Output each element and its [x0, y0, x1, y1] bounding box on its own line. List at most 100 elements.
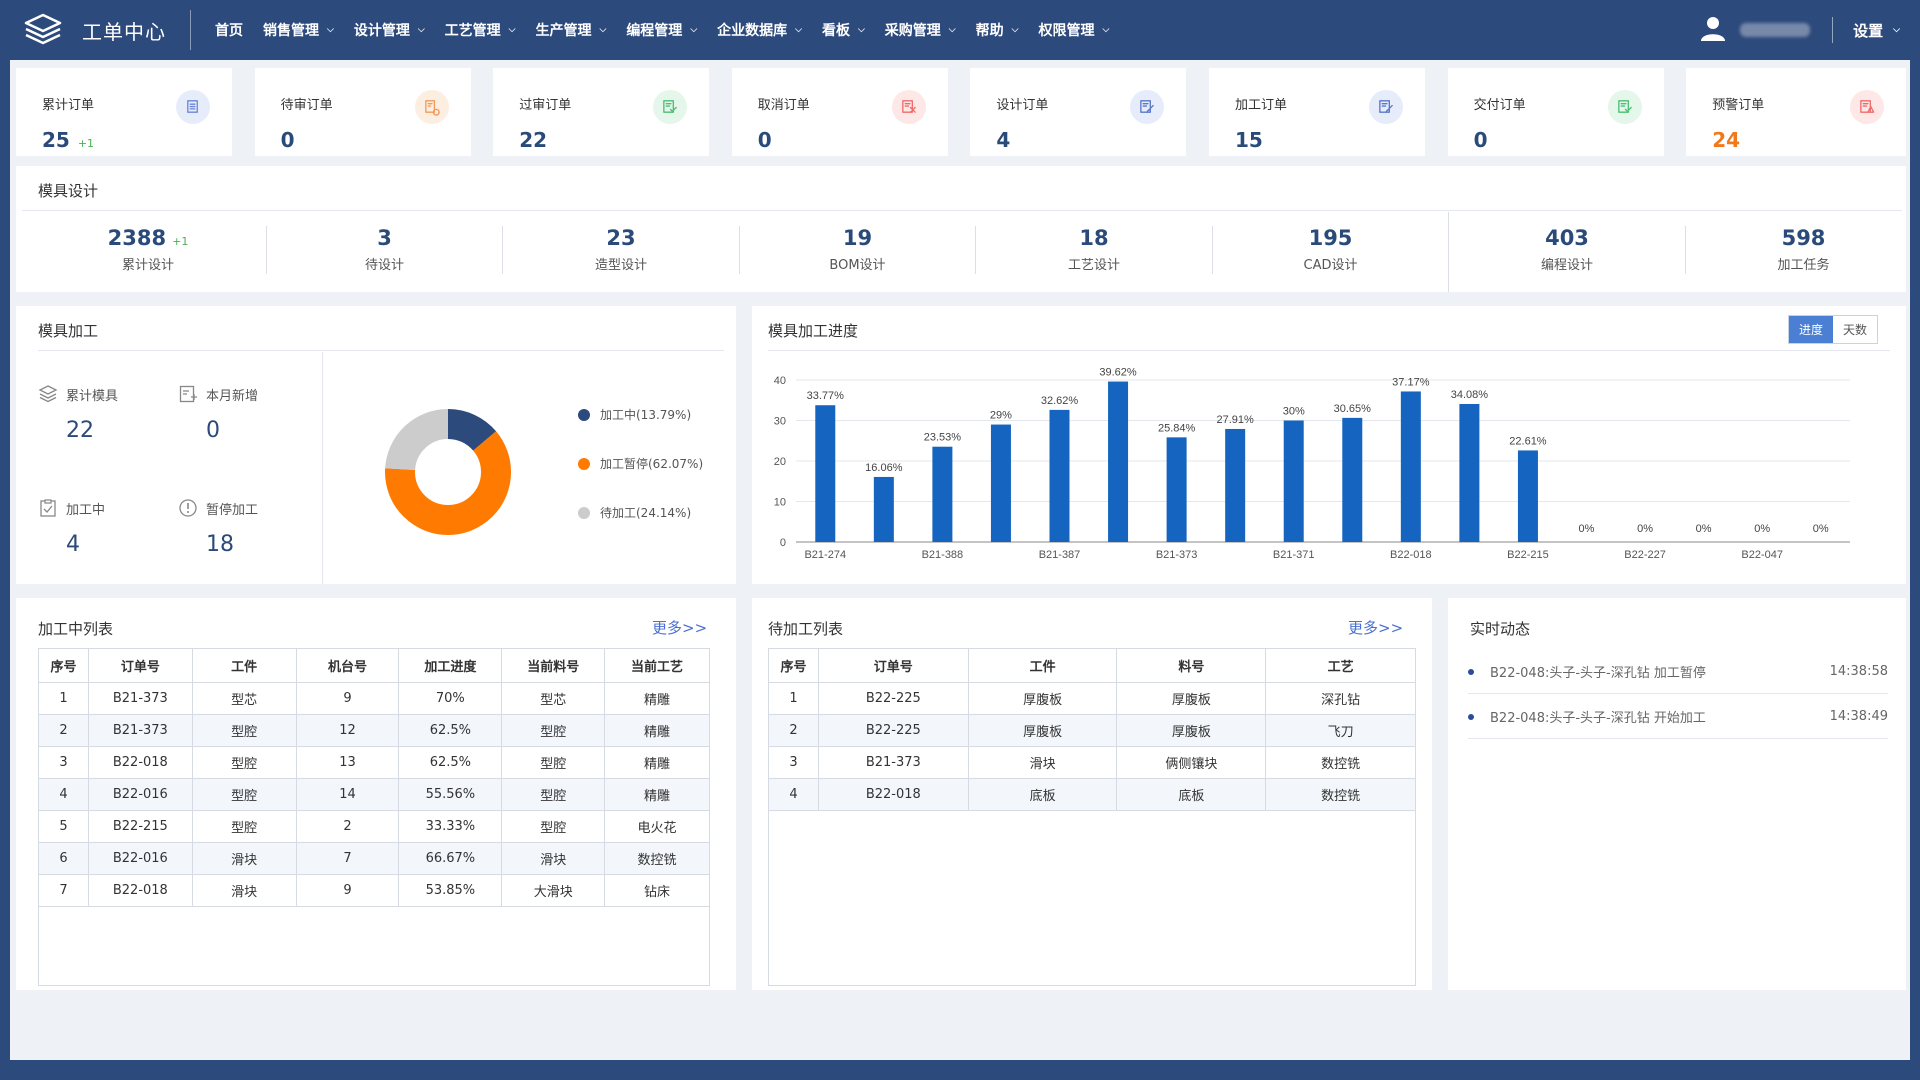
table-row[interactable]: 6 B22-016 滑块 7 66.67% 滑块 数控铣: [38, 842, 710, 875]
toggle-progress-button[interactable]: 进度: [1789, 316, 1834, 343]
feed-item[interactable]: B22-048:头子-头子-深孔钻 加工暂停 14:38:58: [1468, 650, 1888, 694]
mstat-monthly-value: 0: [206, 418, 220, 443]
user-name-blurred[interactable]: [1740, 23, 1811, 37]
bar[interactable]: [1108, 381, 1129, 542]
table-row[interactable]: 3 B21-373 滑块 俩侧镶块 数控铣: [768, 746, 1416, 779]
design-item-4[interactable]: 18 工艺设计: [976, 226, 1212, 273]
pending-cell: 滑块: [967, 746, 1118, 779]
bar-data-label: 29%: [990, 410, 1012, 422]
bar[interactable]: [932, 446, 953, 542]
processing-cell: 精雕: [604, 682, 710, 715]
user-icon[interactable]: [1700, 15, 1726, 45]
bar[interactable]: [1283, 420, 1304, 543]
bar[interactable]: [990, 424, 1011, 542]
nav-item-3[interactable]: 工艺管理 ⌵: [435, 20, 526, 40]
stat-value-wrap: 4: [996, 128, 1010, 152]
bar[interactable]: [1225, 428, 1246, 542]
nav-item-label: 权限管理: [1038, 23, 1095, 39]
processing-cell: 滑块: [191, 874, 297, 907]
y-tick-label: 40: [774, 375, 786, 387]
bar[interactable]: [1166, 437, 1187, 542]
design-item-5[interactable]: 195 CAD设计: [1213, 226, 1449, 273]
bar-data-label: 39.62%: [1099, 367, 1137, 379]
mstat-total-value: 22: [66, 418, 94, 443]
stat-value-wrap: 0: [1474, 128, 1488, 152]
bar[interactable]: [1342, 417, 1363, 542]
table-row[interactable]: 2 B22-225 厚腹板 厚腹板 飞刀: [768, 714, 1416, 747]
pending-table: 序号 订单号 工件 料号 工艺 1 B22-225 厚腹板 厚腹板 深孔钻 2 B22-225 厚腹板…: [768, 648, 1416, 811]
design-separator: [975, 226, 976, 274]
processing-cell: 精雕: [604, 778, 710, 811]
nav-item-1[interactable]: 销售管理 ⌵: [253, 20, 344, 40]
design-item-7[interactable]: 598 加工任务: [1686, 226, 1920, 273]
design-item-2[interactable]: 23 造型设计: [503, 226, 739, 273]
table-row[interactable]: 5 B22-215 型腔 2 33.33% 型腔 电火花: [38, 810, 710, 843]
table-row[interactable]: 4 B22-016 型腔 14 55.56% 型腔 精雕: [38, 778, 710, 811]
table-row[interactable]: 3 B22-018 型腔 13 62.5% 型腔 精雕: [38, 746, 710, 779]
bar[interactable]: [815, 405, 836, 542]
nav-item-9[interactable]: 帮助 ⌵: [966, 20, 1029, 40]
pending-cell: B22-018: [817, 778, 969, 811]
stat-card-6[interactable]: 交付订单 0: [1447, 68, 1664, 156]
stat-card-1[interactable]: 待审订单 0: [254, 68, 471, 156]
table-row[interactable]: 2 B21-373 型腔 12 62.5% 型腔 精雕: [38, 714, 710, 747]
nav-item-10[interactable]: 权限管理 ⌵: [1028, 20, 1119, 40]
design-item-6[interactable]: 403 编程设计: [1449, 226, 1685, 273]
bar[interactable]: [1517, 450, 1538, 542]
stat-card-0[interactable]: 累计订单 25 +1: [16, 68, 232, 156]
feed-item[interactable]: B22-048:头子-头子-深孔钻 开始加工 14:38:49: [1468, 695, 1888, 739]
processing-more-link[interactable]: 更多>>: [652, 617, 707, 638]
design-value: 2388: [107, 226, 167, 250]
nav-item-2[interactable]: 设计管理 ⌵: [344, 20, 435, 40]
processing-cell: 型芯: [501, 682, 606, 715]
nav-item-6[interactable]: 企业数据库 ⌵: [707, 20, 812, 40]
table-row[interactable]: 1 B21-373 型芯 9 70% 型芯 精雕: [38, 682, 710, 715]
stat-card-3[interactable]: 取消订单 0: [731, 68, 948, 156]
mstat-total: 累计模具 22: [38, 384, 118, 443]
nav-item-8[interactable]: 采购管理 ⌵: [875, 20, 966, 40]
design-item-0[interactable]: 2388 +1 累计设计: [30, 226, 266, 273]
design-icon: [1130, 90, 1165, 124]
stat-label: 过审订单: [519, 98, 572, 113]
table-row[interactable]: 4 B22-018 底板 底板 数控铣: [768, 778, 1416, 811]
nav-item-4[interactable]: 生产管理 ⌵: [525, 20, 616, 40]
bar[interactable]: [1400, 391, 1421, 542]
design-separator: [502, 226, 503, 274]
user-area: 设置 ⌵: [1700, 0, 1900, 60]
mstat-paused: 暂停加工 18: [178, 498, 258, 557]
processing-cell: 6: [38, 842, 89, 875]
chevron-down-icon: ⌵: [795, 25, 802, 35]
stat-card-7[interactable]: 预警订单 24: [1686, 68, 1906, 156]
app-logo[interactable]: 工单中心: [0, 0, 190, 60]
pending-icon: [414, 90, 449, 124]
y-tick-label: 30: [774, 416, 786, 428]
settings-menu[interactable]: 设置 ⌵: [1853, 20, 1900, 41]
nav-item-0[interactable]: 首页: [205, 20, 253, 40]
bar[interactable]: [1049, 409, 1070, 542]
bar[interactable]: [1459, 403, 1480, 542]
toggle-days-button[interactable]: 天数: [1833, 316, 1878, 343]
nav-item-label: 工艺管理: [444, 23, 501, 39]
x-tick-label: B21-388: [922, 549, 964, 561]
pending-cell: 深孔钻: [1265, 682, 1416, 715]
bar[interactable]: [873, 476, 894, 542]
table-row[interactable]: 1 B22-225 厚腹板 厚腹板 深孔钻: [768, 682, 1416, 715]
stat-card-4[interactable]: 设计订单 4: [970, 68, 1187, 156]
nav-item-5[interactable]: 编程管理 ⌵: [616, 20, 707, 40]
design-separator: [265, 226, 267, 274]
stat-card-5[interactable]: 加工订单 15: [1209, 68, 1425, 156]
stat-card-2[interactable]: 过审订单 22: [493, 68, 710, 156]
machining-panel: 模具加工 累计模具 22 本月新增 0 加工中 4 暂停加工 18 加工中(13…: [16, 306, 736, 584]
progress-bar-chart: 0 10 20 30 40 33.77% B21-274 16.06% 23.53% B21-38…: [774, 367, 1850, 561]
pending-list-panel: 待加工列表 更多>> 序号 订单号 工件 料号 工艺 1 B22-225 厚腹板 厚腹板 深孔钻…: [752, 598, 1432, 990]
processing-list-panel: 加工中列表 更多>> 序号 订单号 工件 机台号 加工进度 当前料号 当前工艺 1 B21-3…: [16, 598, 736, 990]
design-value-wrap: 18: [976, 226, 1212, 250]
table-row[interactable]: 7 B22-018 滑块 9 53.85% 大滑块 钻床: [38, 874, 710, 907]
design-item-1[interactable]: 3 待设计: [267, 226, 503, 273]
pending-cell: 数控铣: [1265, 778, 1416, 811]
design-item-3[interactable]: 19 BOM设计: [740, 226, 976, 273]
x-tick-label: B21-373: [1156, 549, 1198, 561]
pending-more-link[interactable]: 更多>>: [1348, 617, 1403, 638]
nav-item-7[interactable]: 看板 ⌵: [812, 20, 875, 40]
warning-icon-glyph: [1860, 100, 1875, 113]
